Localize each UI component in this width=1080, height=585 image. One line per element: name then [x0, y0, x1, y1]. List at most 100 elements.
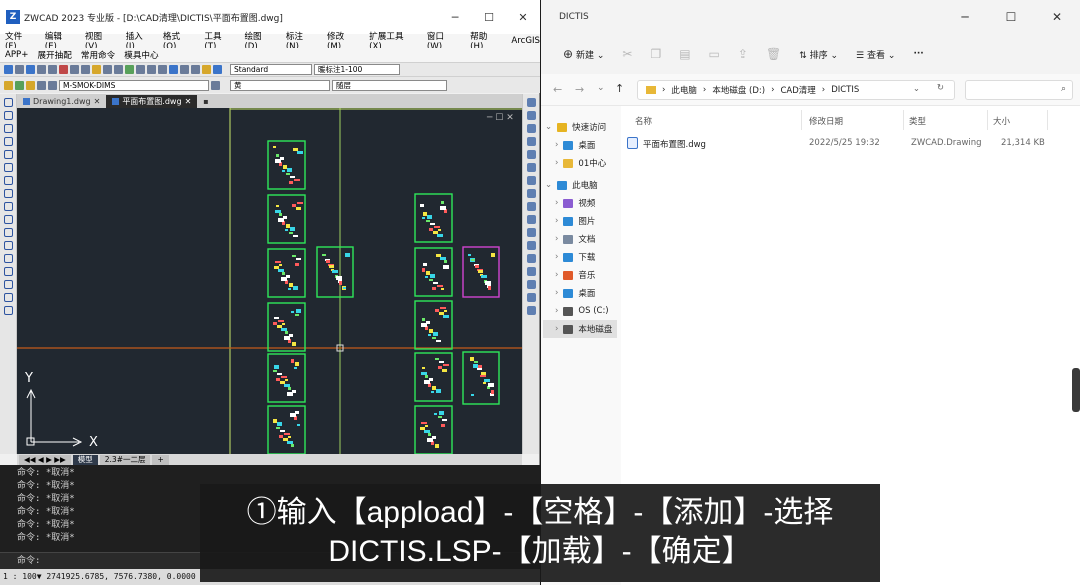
- recent-chevron-icon[interactable]: ⌄: [597, 83, 605, 93]
- refresh-icon[interactable]: ↻: [937, 83, 944, 93]
- chevron-down-icon[interactable]: ⌄: [545, 180, 552, 190]
- erase-icon[interactable]: [527, 98, 536, 107]
- tab-drawing1[interactable]: Drawing1.dwg ✕: [17, 95, 106, 108]
- minimize-icon[interactable]: ─: [438, 0, 472, 34]
- more-options-button[interactable]: ···: [913, 49, 923, 59]
- tab-add-layout[interactable]: +: [152, 454, 169, 465]
- copy-icon[interactable]: [70, 65, 79, 74]
- region-icon[interactable]: [4, 293, 13, 302]
- zoom-previous-icon[interactable]: [158, 65, 167, 74]
- chevron-down-icon[interactable]: ⌄: [913, 84, 920, 94]
- save-icon[interactable]: [26, 65, 35, 74]
- column-date[interactable]: 修改日期: [809, 115, 843, 127]
- scale-icon[interactable]: [527, 189, 536, 198]
- nav-item-downloads[interactable]: › 下载: [555, 248, 595, 266]
- layer-combo[interactable]: M-SMOK-DIMS: [59, 79, 209, 91]
- chevron-right-icon[interactable]: ›: [555, 252, 558, 262]
- zoom-icon[interactable]: [136, 65, 145, 74]
- insert-block-icon[interactable]: [4, 241, 13, 250]
- breadcrumb-dictis[interactable]: DICTIS: [831, 85, 859, 95]
- chevron-down-icon[interactable]: ⌄: [545, 122, 552, 132]
- nav-item-folder[interactable]: › 01中心: [555, 154, 606, 172]
- new-tab-icon[interactable]: ▪: [197, 95, 214, 108]
- linetype-combo[interactable]: 随层: [332, 79, 447, 91]
- pan-icon[interactable]: [125, 65, 134, 74]
- array-icon[interactable]: [527, 150, 536, 159]
- preview-icon[interactable]: [48, 65, 57, 74]
- layer-lock-icon[interactable]: [37, 80, 46, 90]
- point-icon[interactable]: [4, 267, 13, 276]
- spline-icon[interactable]: [4, 202, 13, 211]
- modify-extra-icon[interactable]: [527, 306, 536, 315]
- chevron-right-icon[interactable]: ›: [555, 306, 558, 316]
- calculator-icon[interactable]: [202, 65, 211, 74]
- close-icon[interactable]: ✕: [1034, 0, 1080, 34]
- nav-item-music[interactable]: › 音乐: [555, 266, 595, 284]
- properties-icon[interactable]: [169, 65, 178, 74]
- cloud-icon[interactable]: [4, 189, 13, 198]
- zoom-window-icon[interactable]: [147, 65, 156, 74]
- rotate-icon[interactable]: [527, 176, 536, 185]
- close-tab-icon[interactable]: ✕: [94, 95, 101, 108]
- column-type[interactable]: 类型: [909, 115, 926, 127]
- ellipse-arc-icon[interactable]: [4, 228, 13, 237]
- menu-common-commands[interactable]: 常用命令: [81, 49, 115, 61]
- chevron-right-icon[interactable]: ›: [555, 324, 558, 334]
- nav-item-star[interactable]: ⌄ 快速访问: [545, 118, 606, 136]
- breadcrumb-drive-d[interactable]: 本地磁盘 (D:): [712, 84, 765, 96]
- explode-icon[interactable]: [527, 293, 536, 302]
- break-icon[interactable]: [527, 241, 536, 250]
- chevron-right-icon[interactable]: ›: [555, 216, 558, 226]
- chevron-right-icon[interactable]: ›: [555, 140, 558, 150]
- trim-icon[interactable]: [527, 215, 536, 224]
- layer-color-icon[interactable]: [48, 80, 57, 90]
- column-size[interactable]: 大小: [993, 115, 1010, 127]
- search-input[interactable]: ⌕: [965, 80, 1073, 100]
- arc-icon[interactable]: [4, 124, 13, 133]
- undo-icon[interactable]: [103, 65, 112, 74]
- fillet-icon[interactable]: [527, 280, 536, 289]
- table-icon[interactable]: [4, 306, 13, 315]
- cut-icon[interactable]: [59, 65, 68, 74]
- chevron-right-icon[interactable]: ›: [555, 288, 558, 298]
- tab-layout-1[interactable]: 2.3#一二层: [99, 454, 151, 465]
- chevron-right-icon[interactable]: ›: [555, 234, 558, 244]
- nav-item-video[interactable]: › 视频: [555, 194, 595, 212]
- column-name[interactable]: 名称: [635, 115, 652, 127]
- menu-app-plus[interactable]: APP+: [5, 50, 28, 60]
- chevron-right-icon[interactable]: ›: [555, 270, 558, 280]
- nav-item-pictures[interactable]: › 图片: [555, 212, 595, 230]
- layer-freeze-icon[interactable]: [26, 80, 35, 90]
- arc-3pt-icon[interactable]: [4, 163, 13, 172]
- layout-nav-arrows[interactable]: ◀◀ ◀ ▶ ▶▶: [19, 454, 71, 465]
- print-icon[interactable]: [37, 65, 46, 74]
- file-row[interactable]: 平面布置图.dwg 2022/5/25 19:32 ZWCAD.Drawing …: [627, 136, 1047, 150]
- address-bar[interactable]: › 此电脑 › 本地磁盘 (D:) › CAD清理 › DICTIS ⌄ ↻: [637, 80, 955, 100]
- breadcrumb-cad-clean[interactable]: CAD清理: [780, 84, 815, 96]
- menu-expand[interactable]: 展开抽配: [37, 49, 71, 61]
- back-arrow-icon[interactable]: ←: [553, 83, 562, 96]
- layer-on-icon[interactable]: [15, 80, 24, 90]
- tab-model[interactable]: 模型: [72, 454, 98, 465]
- help-icon[interactable]: [213, 65, 222, 74]
- join-icon[interactable]: [527, 254, 536, 263]
- ray-icon[interactable]: [4, 111, 13, 120]
- new-button[interactable]: ⊕ 新建 ⌄: [563, 47, 604, 61]
- close-tab-icon[interactable]: ✕: [185, 95, 192, 108]
- dimension-style-combo[interactable]: 暖标注1-100: [314, 64, 400, 75]
- rename-icon[interactable]: ▭: [709, 47, 720, 61]
- column-divider[interactable]: [987, 110, 988, 130]
- mirror-icon[interactable]: [527, 124, 536, 133]
- layer-manager-icon[interactable]: [4, 80, 13, 90]
- delete-icon[interactable]: 🗑: [766, 47, 781, 61]
- redo-icon[interactable]: [114, 65, 123, 74]
- tool-palette-icon[interactable]: [191, 65, 200, 74]
- tab-plan-layout[interactable]: 平面布置图.dwg ✕: [106, 95, 198, 108]
- share-icon[interactable]: ⇪: [738, 47, 748, 61]
- sort-button[interactable]: ⇅ 排序 ⌄: [799, 48, 838, 61]
- match-properties-icon[interactable]: [92, 65, 101, 74]
- menu-arcgis[interactable]: ArcGIS: [511, 36, 540, 46]
- design-center-icon[interactable]: [180, 65, 189, 74]
- nav-item-pc[interactable]: ⌄ 此电脑: [545, 176, 598, 194]
- column-divider[interactable]: [801, 110, 802, 130]
